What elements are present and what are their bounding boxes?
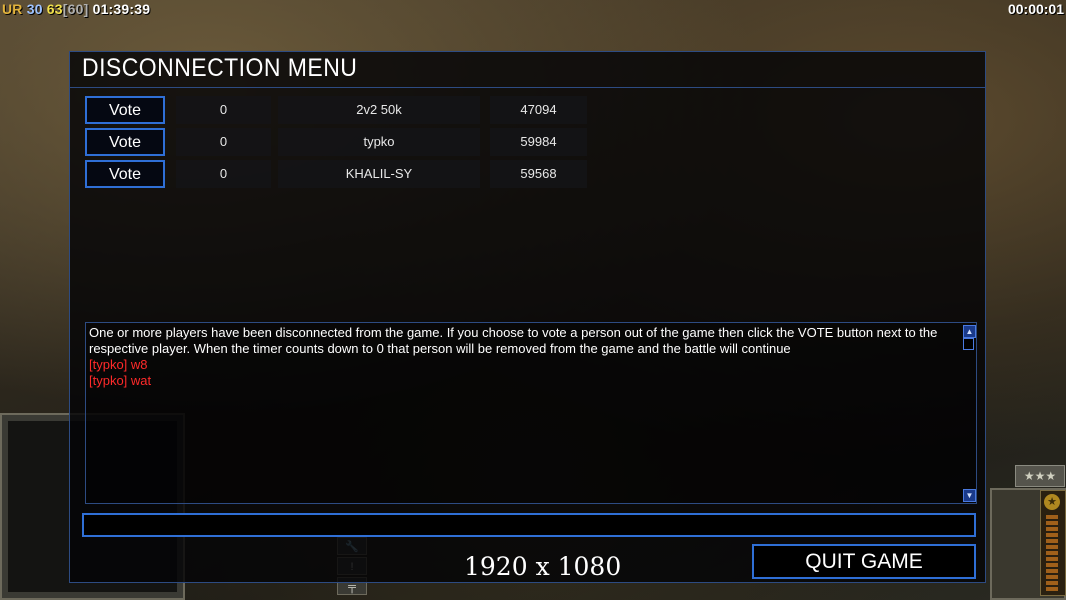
scroll-down-arrow-icon[interactable]: ▼: [963, 489, 976, 502]
chat-message: [typko] wat: [89, 373, 152, 388]
scroll-thumb[interactable]: [963, 338, 974, 350]
rank-meter: ★: [1040, 490, 1066, 596]
player-name: 2v2 50k: [278, 96, 480, 124]
rank-progress-bars: [1046, 515, 1058, 591]
countdown-timer: 00:00:01: [1007, 1, 1064, 17]
quit-game-button[interactable]: QUIT GAME: [752, 544, 976, 579]
player-ping: 59568: [490, 160, 587, 188]
resolution-label: 1920 x 1080: [464, 552, 622, 581]
chat-scrollbar[interactable]: ▲ ▼: [962, 323, 976, 503]
vote-count: 0: [176, 96, 271, 124]
chat-message: [typko] w8: [89, 357, 148, 372]
unit-count-value: 63: [46, 1, 63, 17]
unit-cap-value: [60]: [62, 1, 89, 17]
system-message: One or more players have been disconnect…: [89, 325, 938, 356]
vote-count: 0: [176, 128, 271, 156]
chat-messages: One or more players have been disconnect…: [89, 325, 960, 389]
star-icon: ★: [1044, 494, 1060, 510]
faction-label: UR: [2, 1, 23, 17]
player-name: typko: [278, 128, 480, 156]
power-value: 30: [26, 1, 43, 17]
rank-stars-badge: ★★★: [1015, 465, 1065, 487]
chat-log[interactable]: One or more players have been disconnect…: [85, 322, 977, 504]
vote-count: 0: [176, 160, 271, 188]
player-ping: 59984: [490, 128, 587, 156]
dialog-title: DISCONNECTION MENU: [82, 54, 358, 82]
chat-input[interactable]: [82, 513, 976, 537]
vote-button[interactable]: Vote: [85, 96, 165, 124]
scroll-up-arrow-icon[interactable]: ▲: [963, 325, 976, 338]
player-ping: 47094: [490, 96, 587, 124]
vote-button[interactable]: Vote: [85, 160, 165, 188]
vote-button[interactable]: Vote: [85, 128, 165, 156]
resource-readout: UR 30 63[60] 01:39:39: [2, 1, 150, 17]
disconnection-dialog: DISCONNECTION MENU Vote 0 2v2 50k 47094 …: [69, 51, 986, 583]
title-divider: [70, 87, 985, 88]
player-name: KHALIL-SY: [278, 160, 480, 188]
game-clock: 01:39:39: [92, 1, 151, 17]
